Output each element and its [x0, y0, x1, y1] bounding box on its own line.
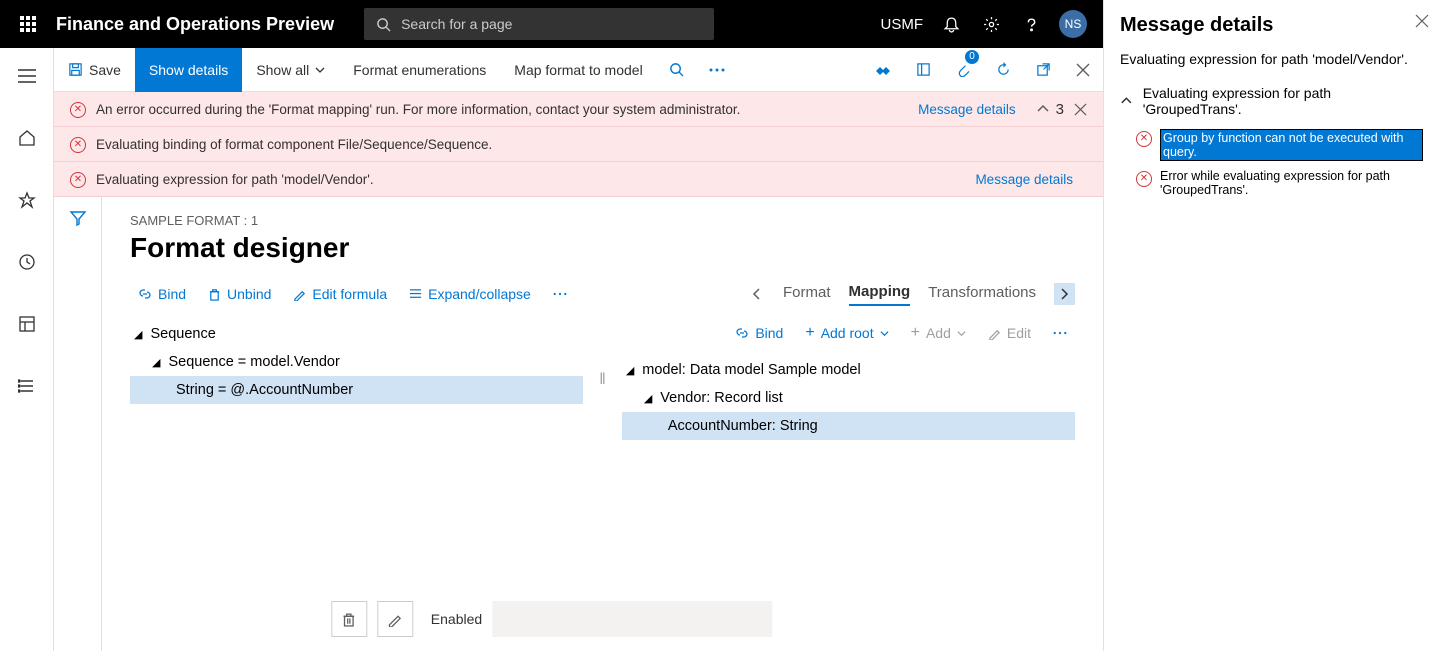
user-avatar[interactable]: NS: [1059, 10, 1087, 38]
home-icon[interactable]: [7, 118, 47, 158]
company-selector[interactable]: USMF: [881, 16, 924, 33]
help-icon[interactable]: [1011, 4, 1051, 44]
close-icon[interactable]: [1063, 48, 1103, 92]
app-title: Finance and Operations Preview: [56, 14, 334, 35]
caret-icon: ◢: [152, 356, 160, 369]
app-launcher-icon[interactable]: [8, 4, 48, 44]
panel-title: Message details: [1120, 14, 1427, 37]
search-icon: [376, 17, 391, 32]
prev-tab-icon[interactable]: [748, 287, 765, 301]
tree-node-vendor[interactable]: ◢Vendor: Record list: [622, 384, 1075, 412]
error-icon: [70, 170, 86, 188]
settings-icon[interactable]: [971, 4, 1011, 44]
map-format-button[interactable]: Map format to model: [500, 48, 656, 92]
overflow-icon[interactable]: [697, 48, 737, 92]
enabled-label: Enabled: [431, 611, 482, 627]
refresh-icon[interactable]: [983, 48, 1023, 92]
enabled-field[interactable]: [492, 601, 772, 637]
error-icon: [1136, 170, 1152, 197]
nav-menu-icon[interactable]: [7, 56, 47, 96]
chevron-up-icon: [1120, 96, 1133, 106]
notifications-icon[interactable]: [931, 4, 971, 44]
error-icon: [1136, 130, 1152, 161]
modules-icon[interactable]: [7, 366, 47, 406]
error-banner-1: An error occurred during the 'Format map…: [54, 92, 1103, 127]
edit-formula-button[interactable]: Edit formula: [285, 282, 395, 306]
attachments-icon[interactable]: 0: [943, 48, 983, 92]
popout-icon[interactable]: [1023, 48, 1063, 92]
unbind-button[interactable]: Unbind: [200, 282, 279, 306]
save-button[interactable]: Save: [54, 48, 135, 92]
message-details-link[interactable]: Message details: [918, 102, 1016, 117]
caret-icon: ◢: [644, 392, 652, 405]
add-root-button[interactable]: +Add root: [797, 320, 896, 346]
expand-collapse-button[interactable]: Expand/collapse: [401, 282, 539, 306]
message-group-header[interactable]: Evaluating expression for path 'GroupedT…: [1120, 85, 1427, 117]
breadcrumb: SAMPLE FORMAT : 1: [130, 213, 1075, 228]
caret-icon: ◢: [626, 364, 634, 377]
diamond-icon[interactable]: [863, 48, 903, 92]
workspaces-icon[interactable]: [7, 304, 47, 344]
close-errors-icon[interactable]: [1074, 103, 1087, 116]
next-tab-icon[interactable]: [1054, 283, 1075, 305]
edit-button: Edit: [980, 320, 1039, 346]
tab-mapping[interactable]: Mapping: [849, 283, 911, 306]
edit-icon[interactable]: [377, 601, 413, 637]
show-details-button[interactable]: Show details: [135, 48, 242, 92]
attachment-count: 0: [965, 50, 979, 64]
tree-node-sequence[interactable]: ◢Sequence: [130, 320, 583, 348]
message-details-link[interactable]: Message details: [975, 172, 1073, 187]
close-panel-icon[interactable]: [1415, 14, 1429, 28]
office-icon[interactable]: [903, 48, 943, 92]
more-icon[interactable]: [545, 282, 575, 306]
show-all-button[interactable]: Show all: [242, 48, 339, 92]
message-item[interactable]: Error while evaluating expression for pa…: [1136, 169, 1427, 197]
error-count: 3: [1056, 101, 1064, 118]
filter-icon[interactable]: [69, 209, 87, 651]
format-enumerations-button[interactable]: Format enumerations: [339, 48, 500, 92]
error-banner-3: Evaluating expression for path 'model/Ve…: [54, 162, 1103, 197]
page-title: Format designer: [130, 232, 1075, 264]
recent-icon[interactable]: [7, 242, 47, 282]
search-input[interactable]: Search for a page: [364, 8, 714, 40]
bind-button[interactable]: Bind: [130, 282, 194, 306]
collapse-errors-icon[interactable]: [1036, 104, 1050, 114]
pane-divider[interactable]: ‖: [595, 320, 610, 440]
add-button: +Add: [903, 320, 974, 346]
toolbar-search-icon[interactable]: [657, 48, 697, 92]
tree-node-accountnumber[interactable]: AccountNumber: String: [622, 412, 1075, 440]
tab-transformations[interactable]: Transformations: [928, 284, 1036, 305]
tab-format[interactable]: Format: [783, 284, 831, 305]
caret-icon: ◢: [134, 328, 142, 341]
bind-button-2[interactable]: Bind: [727, 320, 791, 346]
error-icon: [70, 135, 86, 153]
tree-node-model[interactable]: ◢model: Data model Sample model: [622, 356, 1075, 384]
search-placeholder: Search for a page: [401, 16, 512, 32]
more-icon[interactable]: [1045, 320, 1075, 346]
tree-node-string-accountnumber[interactable]: String = @.AccountNumber: [130, 376, 583, 404]
error-banner-2: Evaluating binding of format component F…: [54, 127, 1103, 162]
message-item[interactable]: Group by function can not be executed wi…: [1136, 129, 1427, 161]
save-label: Save: [89, 62, 121, 78]
delete-icon[interactable]: [331, 601, 367, 637]
favorites-icon[interactable]: [7, 180, 47, 220]
error-icon: [70, 100, 86, 118]
tree-node-sequence-vendor[interactable]: ◢Sequence = model.Vendor: [130, 348, 583, 376]
panel-subtitle: Evaluating expression for path 'model/Ve…: [1120, 51, 1427, 67]
